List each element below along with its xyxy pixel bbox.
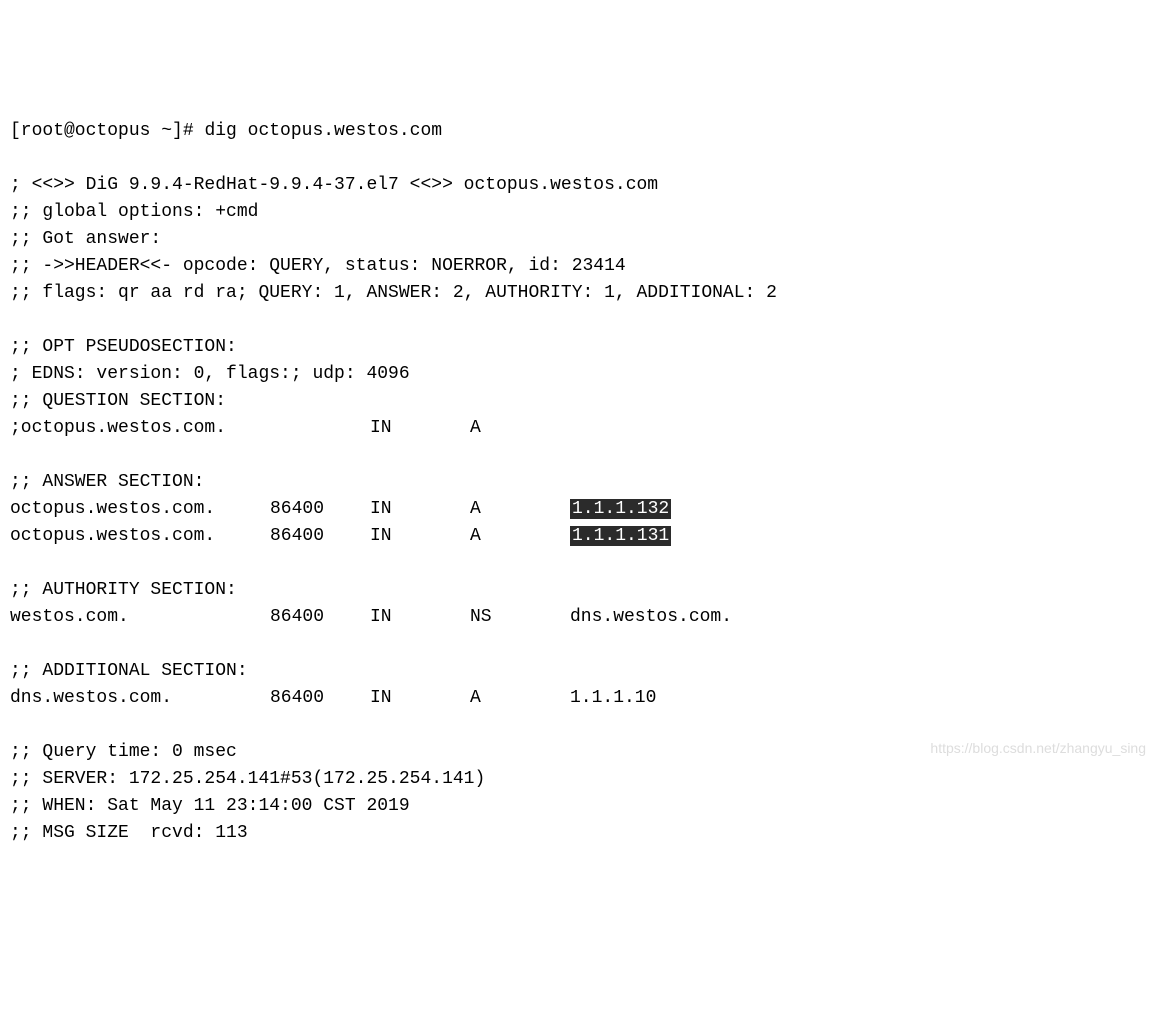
command-text: dig octopus.westos.com bbox=[204, 121, 442, 141]
answer-section-header: ;; ANSWER SECTION: bbox=[10, 472, 204, 492]
answer-row-type: A bbox=[470, 496, 570, 523]
question-class: IN bbox=[370, 415, 470, 442]
authority-row-data: dns.westos.com. bbox=[570, 607, 732, 627]
question-section-header: ;; QUESTION SECTION: bbox=[10, 391, 226, 411]
additional-row-class: IN bbox=[370, 685, 470, 712]
additional-row-type: A bbox=[470, 685, 570, 712]
additional-section-header: ;; ADDITIONAL SECTION: bbox=[10, 661, 248, 681]
authority-section-header: ;; AUTHORITY SECTION: bbox=[10, 580, 237, 600]
authority-row-type: NS bbox=[470, 604, 570, 631]
edns-line: ; EDNS: version: 0, flags:; udp: 4096 bbox=[10, 364, 410, 384]
authority-row-name: westos.com. bbox=[10, 604, 270, 631]
msg-size: ;; MSG SIZE rcvd: 113 bbox=[10, 823, 248, 843]
answer-row-ttl: 86400 bbox=[270, 523, 370, 550]
answer-row-class: IN bbox=[370, 523, 470, 550]
shell-prompt: [root@octopus ~]# bbox=[10, 121, 204, 141]
answer-row-type: A bbox=[470, 523, 570, 550]
when-line: ;; WHEN: Sat May 11 23:14:00 CST 2019 bbox=[10, 796, 410, 816]
watermark-text: https://blog.csdn.net/zhangyu_sing bbox=[930, 738, 1146, 759]
answer-row-data-highlighted: 1.1.1.132 bbox=[570, 499, 671, 519]
answer-row-class: IN bbox=[370, 496, 470, 523]
answer-row-data-highlighted: 1.1.1.131 bbox=[570, 526, 671, 546]
additional-row-data: 1.1.1.10 bbox=[570, 688, 656, 708]
authority-row-class: IN bbox=[370, 604, 470, 631]
flags-line: ;; flags: qr aa rd ra; QUERY: 1, ANSWER:… bbox=[10, 283, 777, 303]
question-name: ;octopus.westos.com. bbox=[10, 415, 370, 442]
opt-pseudosection-header: ;; OPT PSEUDOSECTION: bbox=[10, 337, 237, 357]
dig-banner: ; <<>> DiG 9.9.4-RedHat-9.9.4-37.el7 <<>… bbox=[10, 175, 658, 195]
query-time: ;; Query time: 0 msec bbox=[10, 742, 237, 762]
global-options: ;; global options: +cmd bbox=[10, 202, 258, 222]
header-line: ;; ->>HEADER<<- opcode: QUERY, status: N… bbox=[10, 256, 626, 276]
answer-row-ttl: 86400 bbox=[270, 496, 370, 523]
server-line: ;; SERVER: 172.25.254.141#53(172.25.254.… bbox=[10, 769, 485, 789]
answer-row-name: octopus.westos.com. bbox=[10, 523, 270, 550]
got-answer: ;; Got answer: bbox=[10, 229, 161, 249]
additional-row-name: dns.westos.com. bbox=[10, 685, 270, 712]
additional-row-ttl: 86400 bbox=[270, 685, 370, 712]
question-type: A bbox=[470, 418, 481, 438]
answer-row-name: octopus.westos.com. bbox=[10, 496, 270, 523]
authority-row-ttl: 86400 bbox=[270, 604, 370, 631]
